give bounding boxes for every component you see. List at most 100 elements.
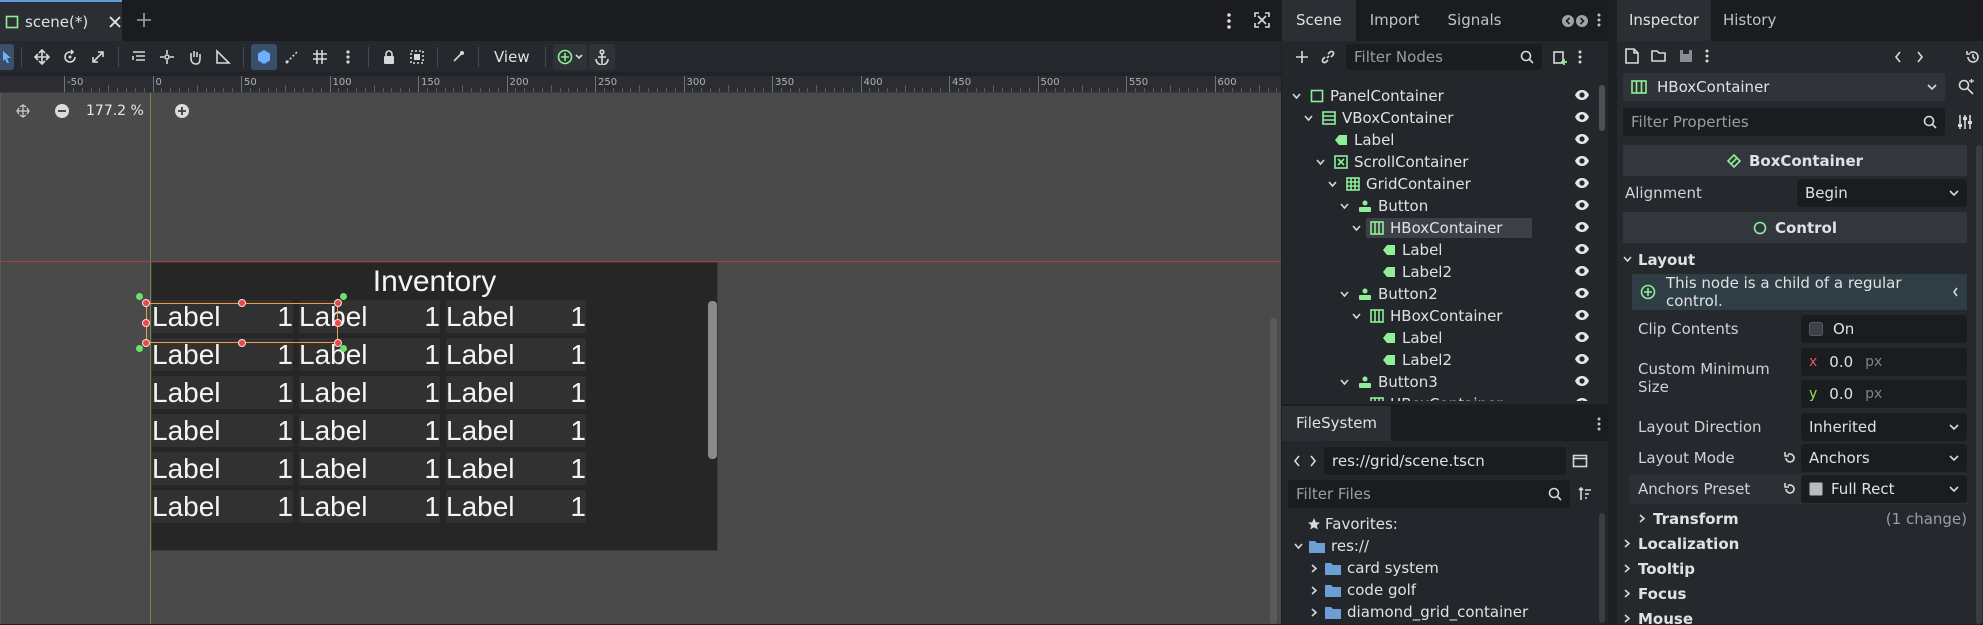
resize-handle[interactable] <box>238 339 246 347</box>
layout-mode-dropdown[interactable]: Anchors <box>1801 444 1967 472</box>
visibility-eye-icon[interactable] <box>1574 331 1590 343</box>
forward-icon[interactable] <box>1308 454 1318 468</box>
scene-tree-row[interactable]: Label <box>1282 327 1598 349</box>
anchor-handle[interactable] <box>136 345 143 352</box>
visibility-eye-icon[interactable] <box>1574 177 1590 189</box>
layout-direction-dropdown[interactable]: Inherited <box>1801 413 1967 441</box>
grid-scrollbar[interactable] <box>708 301 717 459</box>
lock-button[interactable] <box>376 44 402 70</box>
tab-inspector[interactable]: Inspector <box>1617 0 1711 41</box>
inventory-cell[interactable]: Label 1 <box>446 490 586 523</box>
chevron-down-icon[interactable] <box>1292 92 1301 101</box>
dock-move-left-icon[interactable] <box>1562 15 1574 27</box>
zoom-out-icon[interactable] <box>54 103 70 119</box>
folder-row[interactable]: code golf <box>1282 579 1598 601</box>
history-icon[interactable] <box>1965 49 1981 65</box>
canvas-vscrollbar[interactable] <box>1270 318 1277 624</box>
scene-tree-row[interactable]: Label <box>1282 129 1598 151</box>
scene-options-icon[interactable] <box>1578 49 1582 65</box>
resize-handle[interactable] <box>334 319 342 327</box>
resize-handle[interactable] <box>142 319 150 327</box>
visibility-eye-icon[interactable] <box>1574 397 1590 401</box>
scene-tree-scrollbar[interactable] <box>1599 85 1605 131</box>
zoom-in-icon[interactable] <box>174 103 190 119</box>
node-selector[interactable]: HBoxContainer <box>1623 73 1945 101</box>
inventory-cell[interactable]: Label 1 <box>299 452 440 485</box>
revert-icon[interactable] <box>1778 451 1801 465</box>
scene-tree-row[interactable]: HBoxContainer <box>1282 393 1598 401</box>
center-view-icon[interactable] <box>14 104 32 118</box>
grid-toggle-button[interactable] <box>307 44 333 70</box>
path-field[interactable]: res://grid/scene.tscn <box>1324 447 1566 475</box>
anchors-preset-dropdown[interactable]: Full Rect <box>1801 475 1967 503</box>
new-resource-icon[interactable] <box>1625 48 1639 64</box>
visibility-eye-icon[interactable] <box>1574 89 1590 101</box>
min-size-y-field[interactable]: y 0.0 px <box>1801 380 1967 408</box>
inventory-cell[interactable]: Label 1 <box>152 414 293 447</box>
inventory-cell[interactable]: Label 1 <box>446 414 586 447</box>
res-root-row[interactable]: res:// <box>1282 535 1598 557</box>
inventory-cell[interactable]: Label 1 <box>446 452 586 485</box>
scene-tree-row[interactable]: VBoxContainer <box>1282 107 1598 129</box>
rotate-mode-button[interactable] <box>57 44 83 70</box>
resize-handle[interactable] <box>142 339 150 347</box>
scale-mode-button[interactable] <box>85 44 111 70</box>
min-size-x-field[interactable]: x 0.0 px <box>1801 348 1967 376</box>
inventory-cell[interactable]: Label 1 <box>299 414 440 447</box>
scene-tab[interactable]: scene(*) <box>0 0 122 41</box>
inventory-cell[interactable]: Label 1 <box>152 376 293 409</box>
selection-rect[interactable] <box>146 303 338 343</box>
list-select-button[interactable] <box>126 44 152 70</box>
favorites-row[interactable]: Favorites: <box>1282 513 1598 535</box>
inventory-cell[interactable]: Label 1 <box>446 338 586 371</box>
distraction-free-icon[interactable] <box>1254 12 1270 28</box>
filter-files-input[interactable]: Filter Files <box>1288 480 1570 508</box>
anchor-button[interactable] <box>588 43 615 70</box>
move-mode-button[interactable] <box>29 44 55 70</box>
visibility-eye-icon[interactable] <box>1574 309 1590 321</box>
smart-snap-button[interactable] <box>251 43 277 70</box>
snap-options-button[interactable] <box>335 44 361 70</box>
folder-row[interactable]: card system <box>1282 557 1598 579</box>
add-node-icon[interactable] <box>1294 49 1310 65</box>
visibility-eye-icon[interactable] <box>1574 243 1590 255</box>
visibility-eye-icon[interactable] <box>1574 265 1590 277</box>
chevron-down-icon[interactable] <box>1316 158 1325 167</box>
tab-scene[interactable]: Scene <box>1282 0 1356 41</box>
inventory-cell[interactable]: Label 1 <box>152 490 293 523</box>
chevron-down-icon[interactable] <box>1328 180 1337 189</box>
group-button[interactable] <box>404 44 430 70</box>
link-icon[interactable] <box>1320 49 1336 65</box>
chevron-down-icon[interactable] <box>1340 202 1349 211</box>
dock-options-icon[interactable] <box>1597 12 1601 28</box>
filter-properties-input[interactable]: Filter Properties <box>1623 108 1945 136</box>
inspector-section[interactable]: Focus <box>1623 581 1967 606</box>
scene-tree-row[interactable]: PanelContainer <box>1282 85 1598 107</box>
chevron-down-icon[interactable] <box>1352 400 1361 401</box>
tab-history[interactable]: History <box>1711 0 1788 41</box>
scene-tree-row[interactable]: Button2 <box>1282 283 1598 305</box>
alignment-dropdown[interactable]: Begin <box>1797 179 1967 207</box>
scene-tree-row[interactable]: GridContainer <box>1282 173 1598 195</box>
scene-tree-row[interactable]: Label <box>1282 239 1598 261</box>
resize-handle[interactable] <box>334 299 342 307</box>
add-tab-icon[interactable] <box>136 12 152 28</box>
visibility-eye-icon[interactable] <box>1574 111 1590 123</box>
resize-handle[interactable] <box>238 299 246 307</box>
chevron-down-icon[interactable] <box>1340 290 1349 299</box>
split-view-icon[interactable] <box>1572 454 1588 468</box>
visibility-eye-icon[interactable] <box>1574 375 1590 387</box>
inspector-section[interactable]: Tooltip <box>1623 556 1967 581</box>
layout-section[interactable]: Layout <box>1623 247 1967 272</box>
chevron-down-icon[interactable] <box>1352 224 1361 233</box>
chevron-down-icon[interactable] <box>1352 312 1361 321</box>
visibility-eye-icon[interactable] <box>1574 155 1590 167</box>
zoom-level[interactable]: 177.2 % <box>86 103 166 119</box>
anchor-handle[interactable] <box>340 345 347 352</box>
transform-section[interactable]: Transform (1 change) <box>1638 506 1967 531</box>
inventory-cell[interactable]: Label 1 <box>299 376 440 409</box>
scene-tree-row[interactable]: Label2 <box>1282 349 1598 371</box>
filter-nodes-input[interactable]: Filter Nodes <box>1346 44 1542 70</box>
scene-tree-row[interactable]: Button3 <box>1282 371 1598 393</box>
tab-filesystem[interactable]: FileSystem <box>1282 406 1392 441</box>
